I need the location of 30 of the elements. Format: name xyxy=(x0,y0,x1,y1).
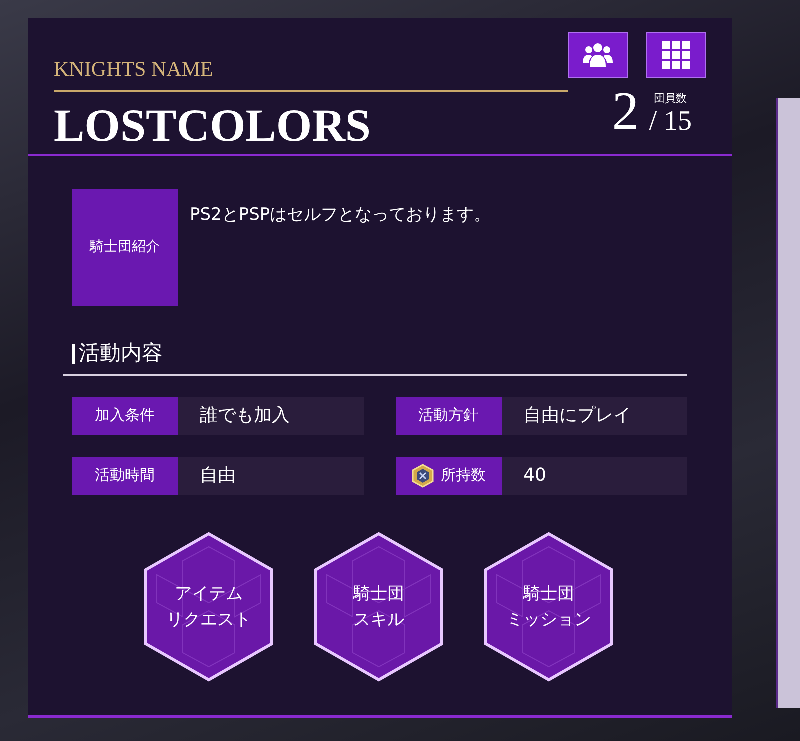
button-label-line: スキル xyxy=(354,608,404,632)
button-label-line: ミッション xyxy=(506,608,592,632)
hexagon-button[interactable]: 騎士団 スキル xyxy=(313,530,445,682)
hexagon-button[interactable]: 騎士団 ミッション xyxy=(483,530,615,682)
field-label: 活動方針 xyxy=(396,396,502,434)
field-label: 活動時間 xyxy=(72,456,178,494)
member-max: / 15 xyxy=(649,106,692,138)
member-label: 団員数 xyxy=(654,92,688,106)
button-label-line: リクエスト xyxy=(166,608,252,632)
medal-icon xyxy=(411,464,435,488)
grid-icon xyxy=(662,41,690,69)
members-icon xyxy=(583,42,613,68)
field-label: 所持数 xyxy=(396,456,502,494)
menu-button[interactable] xyxy=(646,32,706,78)
button-label-line: 騎士団 xyxy=(524,582,574,606)
members-button[interactable] xyxy=(568,32,628,78)
member-count: 2 xyxy=(612,84,640,138)
button-label-line: アイテム xyxy=(175,582,243,606)
field-value: 誰でも加入 xyxy=(199,404,290,428)
section-heading: 活動内容 xyxy=(79,340,163,367)
field-value: 自由にプレイ xyxy=(522,404,632,428)
field-value: 自由 xyxy=(199,464,236,488)
button-label-line: 騎士団 xyxy=(354,582,404,606)
field-value: 40 xyxy=(522,464,546,488)
section-label: KNIGHTS NAME xyxy=(54,57,214,81)
intro-text: PS2とPSPはセルフとなっております。 xyxy=(190,204,492,227)
hexagon-button[interactable]: アイテム リクエスト xyxy=(143,530,275,682)
intro-label: 騎士団紹介 xyxy=(72,189,178,306)
knights-name: LOSTCOLORS xyxy=(54,98,372,152)
field-label: 加入条件 xyxy=(72,396,178,434)
